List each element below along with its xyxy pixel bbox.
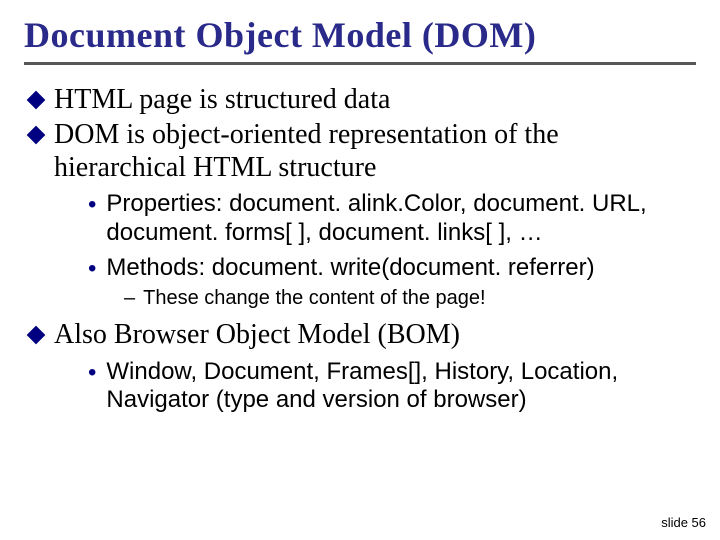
- dash-icon: –: [124, 287, 135, 310]
- sub-bullet-text: Methods: document. write(document. refer…: [106, 254, 594, 284]
- bullet-text: HTML page is structured data: [54, 83, 390, 116]
- diamond-icon: [27, 126, 46, 145]
- dash-bullet-item: – These change the content of the page!: [124, 287, 696, 310]
- slide-title: Document Object Model (DOM): [24, 14, 696, 56]
- diamond-icon: [27, 326, 46, 345]
- bullet-dot-icon: •: [88, 359, 96, 416]
- bullet-dot-icon: •: [88, 255, 96, 284]
- bullet-text: Also Browser Object Model (BOM): [54, 318, 460, 351]
- diamond-icon: [27, 91, 46, 110]
- sub-bullet-item: • Properties: document. alink.Color, doc…: [88, 190, 696, 248]
- sub-bullet-item: • Window, Document, Frames[], History, L…: [88, 358, 696, 416]
- sub-bullet-text: Properties: document. alink.Color, docum…: [106, 190, 696, 248]
- title-rule: [24, 62, 696, 65]
- bullet-dot-icon: •: [88, 191, 96, 248]
- bullet-item: HTML page is structured data: [24, 83, 696, 116]
- sub-bullet-text: Window, Document, Frames[], History, Loc…: [106, 358, 696, 416]
- dash-bullet-text: These change the content of the page!: [143, 287, 485, 310]
- slide: Document Object Model (DOM) HTML page is…: [0, 0, 720, 540]
- bullet-item: DOM is object-oriented representation of…: [24, 118, 696, 184]
- bullet-text: DOM is object-oriented representation of…: [54, 118, 696, 184]
- sub-bullet-item: • Methods: document. write(document. ref…: [88, 254, 696, 284]
- slide-number: slide 56: [661, 515, 706, 530]
- bullet-item: Also Browser Object Model (BOM): [24, 318, 696, 351]
